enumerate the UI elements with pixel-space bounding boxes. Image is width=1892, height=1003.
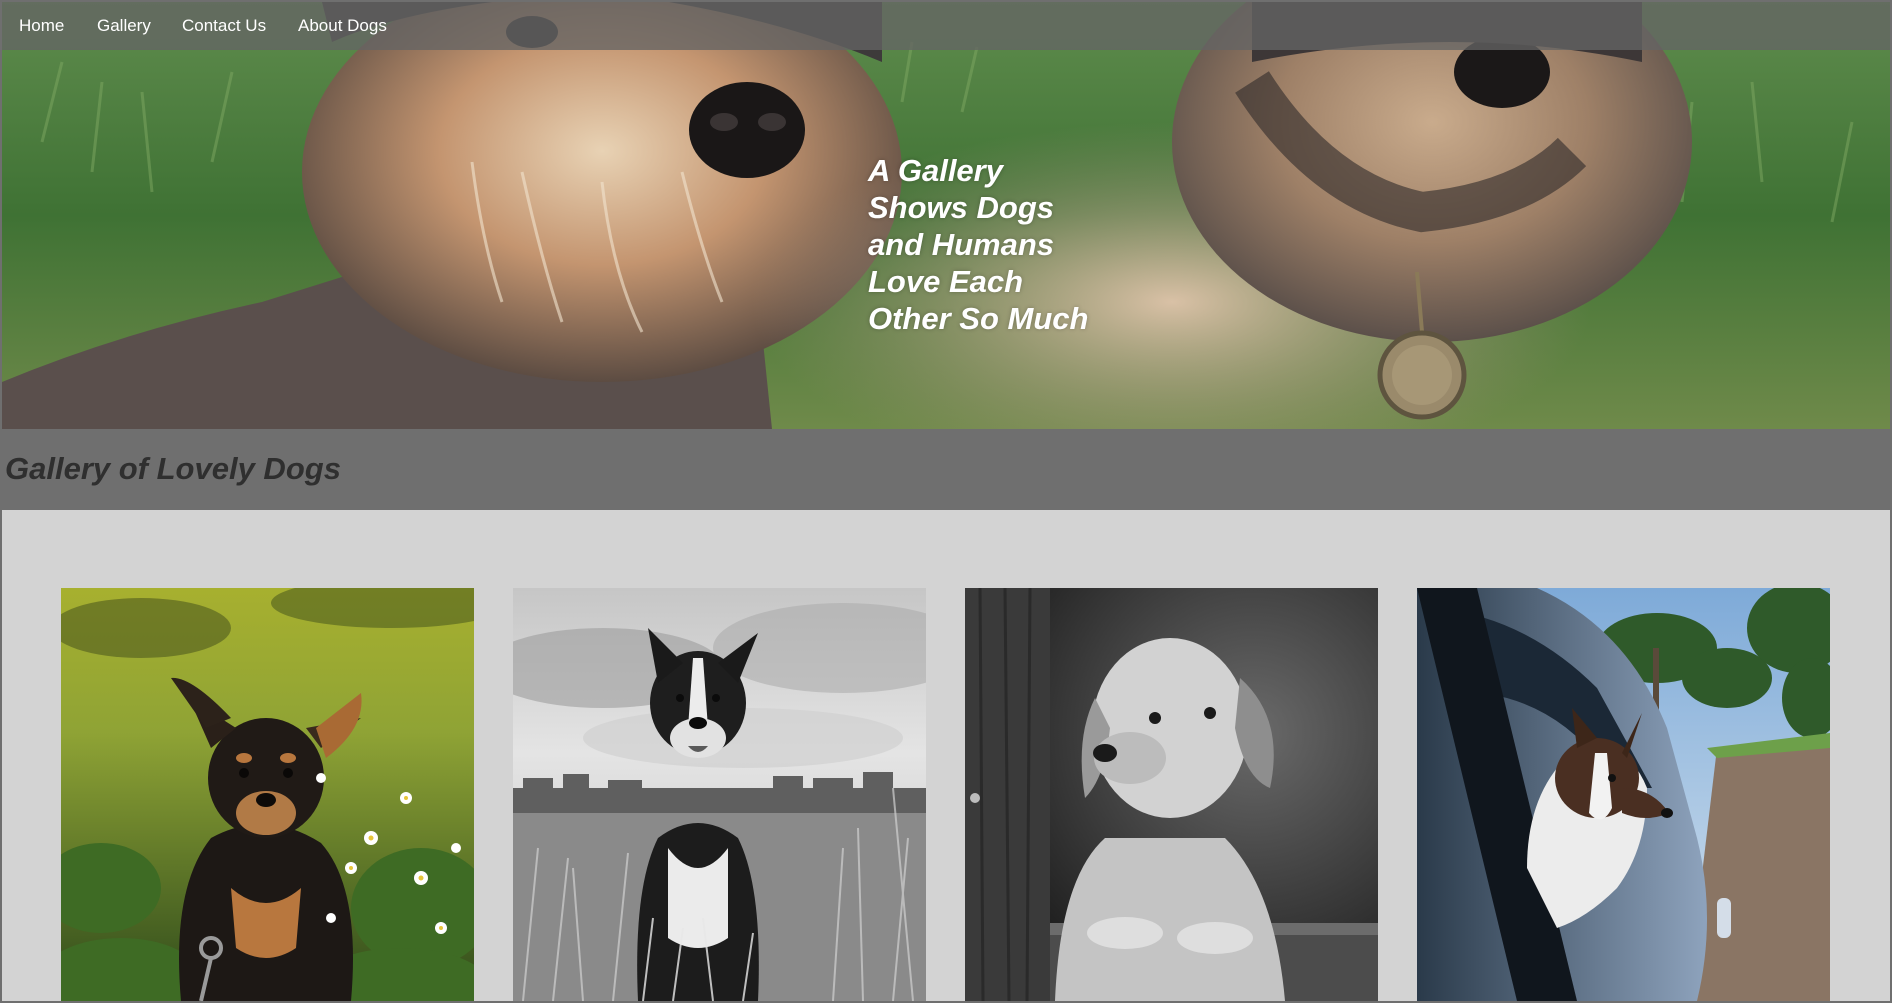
nav-link-home[interactable]: Home <box>19 16 64 36</box>
dog-photo-image <box>61 588 474 1001</box>
hero-line: Other So Much <box>868 301 1089 336</box>
gallery-photo-2[interactable] <box>513 588 926 1001</box>
nav-link-gallery[interactable]: Gallery <box>97 16 151 36</box>
hero-line: A Gallery <box>868 153 1003 188</box>
dog-photo-image <box>1417 588 1830 1001</box>
gallery-photo-4[interactable] <box>1417 588 1830 1001</box>
page-title: Gallery of Lovely Dogs <box>5 451 341 486</box>
hero-heading: A Gallery Shows Dogs and Humans Love Each Ot… <box>868 152 1148 337</box>
page-frame: Home Gallery Contact Us About Dogs A Gal… <box>2 2 1890 1001</box>
dog-photo-image <box>513 588 926 1001</box>
hero-line: Love Each <box>868 264 1024 299</box>
nav-link-contact-us[interactable]: Contact Us <box>182 16 266 36</box>
hero-line: Shows Dogs <box>868 190 1055 225</box>
top-navigation: Home Gallery Contact Us About Dogs <box>2 2 1890 50</box>
dog-photo-image <box>965 588 1378 1001</box>
hero-line: and Humans <box>868 227 1055 262</box>
hero-banner: Home Gallery Contact Us About Dogs A Gal… <box>2 2 1890 429</box>
gallery-photo-1[interactable] <box>61 588 474 1001</box>
gallery-title-band: Gallery of Lovely Dogs <box>2 429 1890 510</box>
nav-link-about-dogs[interactable]: About Dogs <box>298 16 387 36</box>
gallery-photo-3[interactable] <box>965 588 1378 1001</box>
gallery-grid <box>2 510 1890 1001</box>
